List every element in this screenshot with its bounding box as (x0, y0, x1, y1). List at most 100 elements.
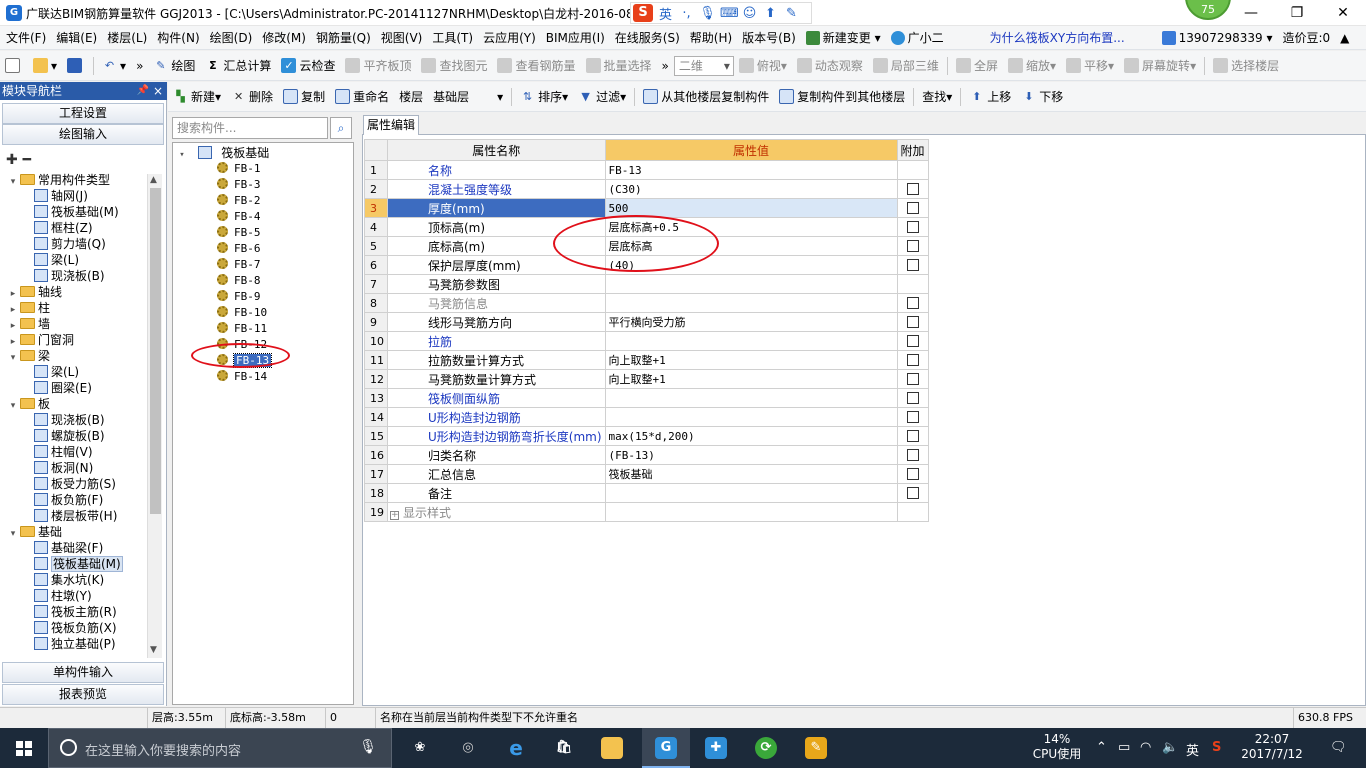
nav-tree-item[interactable]: 楼层板带(H) (4, 508, 148, 524)
property-name[interactable]: 汇总信息 (387, 464, 606, 484)
component-item[interactable]: FB-10 (173, 305, 353, 321)
close-icon[interactable]: ✕ (1320, 0, 1366, 26)
menu-bim[interactable]: BIM应用(I) (540, 29, 609, 46)
nav-tree-item[interactable]: 梁(L) (4, 252, 148, 268)
nav-tree-item[interactable]: 筏板基础(M) (4, 556, 148, 572)
property-value[interactable] (604, 331, 898, 351)
property-name[interactable]: 拉筋 (387, 331, 606, 351)
taskbar-store[interactable]: 🛍 (540, 728, 588, 768)
menu-edit[interactable]: 编辑(E) (50, 29, 101, 46)
menu-rebar-qty[interactable]: 钢筋量(Q) (310, 29, 375, 46)
nav-tree-item[interactable]: 梁(L) (4, 364, 148, 380)
nav-tree-item[interactable]: 柱墩(Y) (4, 588, 148, 604)
local-3d-button[interactable]: 局部三维 (868, 54, 944, 78)
component-item[interactable]: FB-5 (173, 225, 353, 241)
new-component-button[interactable]: ▚ 新建 ▾ (168, 85, 226, 109)
nav-folder[interactable]: ▾ 常用构件类型 (4, 172, 148, 188)
menu-floor[interactable]: 楼层(L) (101, 29, 151, 46)
attached-checkbox[interactable] (906, 430, 919, 442)
menu-help[interactable]: 帮助(H) (684, 29, 736, 46)
volume-icon[interactable]: 🔈 (1162, 740, 1178, 755)
nav-tree-item[interactable]: 集水坑(K) (4, 572, 148, 588)
pan-button[interactable]: 平移 ▾ (1061, 54, 1119, 78)
property-name[interactable]: 马凳筋数量计算方式 (387, 369, 606, 389)
property-name[interactable]: 名称 (387, 160, 606, 180)
property-value[interactable]: FB-13 (604, 160, 898, 180)
attached-checkbox[interactable] (906, 392, 919, 404)
ime-skin-icon[interactable]: ⬆ (762, 6, 779, 21)
view-mode-select[interactable]: 二维 (673, 55, 734, 76)
property-value[interactable] (604, 483, 898, 503)
component-item[interactable]: FB-7 (173, 257, 353, 273)
property-name[interactable]: 厚度(mm) (387, 198, 606, 218)
menu-component[interactable]: 构件(N) (151, 29, 203, 46)
attached-checkbox[interactable] (906, 335, 919, 347)
nav-folder[interactable]: ▾ 基础 (4, 524, 148, 540)
network-icon[interactable]: ▭ (1118, 740, 1130, 755)
minimize-icon[interactable]: — (1228, 0, 1274, 26)
taskbar-task-view[interactable]: ❀ (396, 728, 444, 768)
scrollbar-thumb[interactable] (150, 188, 161, 514)
user-account[interactable]: 13907298339 ▾ (1156, 30, 1277, 45)
menu-file[interactable]: 文件(F) (0, 29, 50, 46)
toolbar-overflow-icon[interactable]: » (131, 54, 148, 78)
property-value[interactable]: 平行横向受力筋 (604, 312, 898, 332)
scroll-down-icon[interactable]: ▼ (150, 645, 157, 655)
property-name[interactable]: 马凳筋参数图 (387, 274, 606, 294)
nav-tree-item[interactable]: 轴网(J) (4, 188, 148, 204)
attached-checkbox[interactable] (906, 297, 919, 309)
microphone-icon[interactable]: 🎙 (359, 739, 377, 755)
taskbar-explorer[interactable] (588, 728, 636, 768)
nav-tree-item[interactable]: 筏板基础(M) (4, 204, 148, 220)
tray-expand-icon[interactable]: ⌃ (1096, 740, 1107, 755)
property-row[interactable]: 17 汇总信息 筏板基础 (364, 464, 929, 484)
ime-punct-icon[interactable]: ·, (678, 6, 695, 21)
screen-rotate-button[interactable]: 屏幕旋转 ▾ (1119, 54, 1201, 78)
menu-draw[interactable]: 绘图(D) (204, 29, 257, 46)
start-button[interactable] (0, 728, 48, 768)
new-change-button[interactable]: 新建变更 ▾ (800, 29, 885, 46)
find-button[interactable]: 查找 ▾ (917, 85, 957, 109)
nav-tree-item[interactable]: 现浇板(B) (4, 412, 148, 428)
nav-tree-item[interactable]: 板受力筋(S) (4, 476, 148, 492)
property-name[interactable]: 筏板侧面纵筋 (387, 388, 606, 408)
project-settings-button[interactable]: 工程设置 (2, 103, 164, 124)
zoom-button[interactable]: 缩放 ▾ (1003, 54, 1061, 78)
undo-icon[interactable]: ↶ ▾ (97, 54, 131, 78)
attached-checkbox[interactable] (906, 183, 919, 195)
property-value[interactable]: (FB-13) (604, 445, 898, 465)
draw-button[interactable]: ✎ 绘图 (148, 54, 200, 78)
menu-online[interactable]: 在线服务(S) (609, 29, 684, 46)
cpu-usage[interactable]: 14% CPU使用 (1022, 732, 1092, 762)
attached-checkbox[interactable] (906, 487, 919, 499)
draw-input-button[interactable]: 绘图输入 (2, 124, 164, 145)
menu-version[interactable]: 版本号(B) (736, 29, 800, 46)
header-property-name[interactable]: 属性名称 (387, 139, 606, 161)
ime-settings-icon[interactable]: ✎ (783, 6, 800, 21)
menu-modify[interactable]: 修改(M) (256, 29, 310, 46)
property-value[interactable]: 筏板基础 (604, 464, 898, 484)
taskbar-app-notes[interactable]: ✎ (792, 728, 840, 768)
property-name[interactable]: 备注 (387, 483, 606, 503)
full-screen-button[interactable]: 全屏 (951, 54, 1003, 78)
attached-checkbox[interactable] (906, 449, 919, 461)
property-name[interactable]: U形构造封边钢筋 (387, 407, 606, 427)
property-row[interactable]: 11 拉筋数量计算方式 向上取整+1 (364, 350, 929, 370)
notification-icon[interactable]: 🗨 (1330, 740, 1347, 755)
copy-button[interactable]: 复制 (278, 85, 330, 109)
header-property-value[interactable]: 属性值 (604, 139, 898, 161)
nav-folder[interactable]: ▸ 墙 (4, 316, 148, 332)
floor-select[interactable]: 基础层 ▾ (428, 85, 508, 109)
sogou-tray-icon[interactable]: S (1212, 740, 1221, 755)
nav-tree-item[interactable]: 板洞(N) (4, 460, 148, 476)
property-row[interactable]: 15 U形构造封边钢筋弯折长度(mm) max(15*d,200) (364, 426, 929, 446)
property-row[interactable]: 8 马凳筋信息 (364, 293, 929, 313)
sort-button[interactable]: ⇅ 排序 ▾ (515, 85, 573, 109)
attached-checkbox[interactable] (906, 221, 919, 233)
menu-view[interactable]: 视图(V) (375, 29, 427, 46)
property-value[interactable]: max(15*d,200) (604, 426, 898, 446)
cloud-check-button[interactable]: ✓ 云检查 (276, 54, 340, 78)
property-name[interactable]: 归类名称 (387, 445, 606, 465)
menu-tools[interactable]: 工具(T) (426, 29, 477, 46)
expand-plus-icon[interactable]: + (390, 510, 399, 520)
